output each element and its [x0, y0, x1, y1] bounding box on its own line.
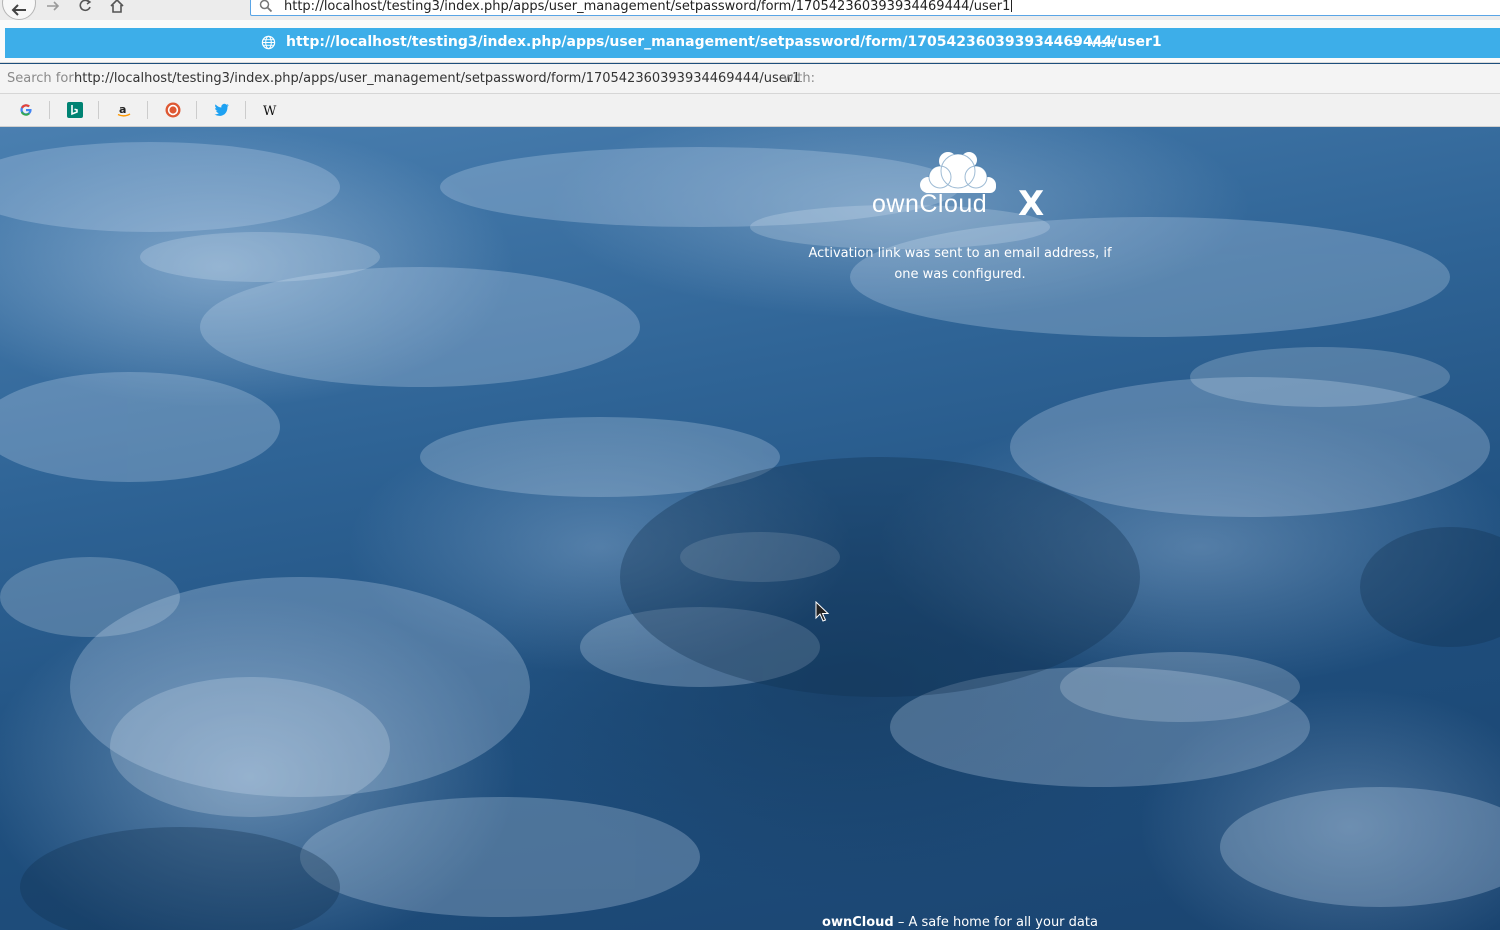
suggestion-action-label: Visit — [1089, 36, 1116, 50]
url-bar[interactable]: http://localhost/testing3/index.php/apps… — [250, 0, 1500, 16]
separator — [49, 101, 50, 119]
separator — [245, 101, 246, 119]
owncloud-logo: ownCloud X — [872, 152, 1044, 219]
google-icon[interactable] — [11, 100, 41, 120]
search-engines-bar: a W — [0, 94, 1500, 127]
page-footer: ownCloud – A safe home for all your data — [0, 915, 1500, 930]
arrow-right-icon — [47, 1, 60, 11]
home-button[interactable] — [104, 0, 130, 16]
reload-button[interactable] — [72, 0, 98, 16]
reload-icon — [79, 0, 92, 12]
suggestion-url: http://localhost/testing3/index.php/apps… — [286, 34, 1162, 50]
footer-tagline: – A safe home for all your data — [897, 915, 1098, 930]
home-icon — [110, 0, 124, 13]
search-with-label: with: — [783, 71, 815, 86]
search-icon — [259, 0, 273, 13]
duckduckgo-icon[interactable] — [158, 100, 188, 120]
back-button[interactable] — [2, 0, 36, 20]
suggestion-visit-row[interactable]: http://localhost/testing3/index.php/apps… — [5, 28, 1500, 58]
earth-clouds-background — [0, 142, 1500, 930]
forward-button[interactable] — [40, 0, 66, 16]
mouse-cursor-icon — [815, 601, 829, 622]
text-caret — [1011, 0, 1013, 12]
amazon-icon[interactable]: a — [109, 100, 139, 120]
activation-message: Activation link was sent to an email add… — [808, 246, 1112, 282]
logo-x-mark: X — [1018, 184, 1044, 219]
separator — [98, 101, 99, 119]
separator — [147, 101, 148, 119]
globe-icon — [261, 35, 276, 50]
owncloud-page: ownCloud X Activation link was sent to a… — [0, 127, 1500, 930]
bing-icon[interactable] — [60, 100, 90, 120]
search-query: http://localhost/testing3/index.php/apps… — [74, 71, 801, 86]
url-suggestion-panel: http://localhost/testing3/index.php/apps… — [0, 20, 1500, 63]
wikipedia-icon[interactable]: W — [256, 100, 286, 120]
suggestion-action: — Visit — [1070, 36, 1115, 50]
svg-text:W: W — [263, 104, 277, 117]
browser-toolbar: http://localhost/testing3/index.php/apps… — [0, 0, 1500, 20]
footer-brand[interactable]: ownCloud — [822, 915, 894, 930]
logo-wordmark: ownCloud — [872, 190, 987, 218]
separator — [196, 101, 197, 119]
suggestion-separator: — — [1070, 36, 1082, 50]
url-input-text[interactable]: http://localhost/testing3/index.php/apps… — [284, 0, 1013, 14]
arrow-left-icon — [11, 4, 26, 16]
svg-text:a: a — [119, 103, 126, 116]
twitter-icon[interactable] — [207, 100, 237, 120]
search-with-bar: Search for http://localhost/testing3/ind… — [0, 64, 1500, 94]
search-for-label: Search for — [7, 71, 74, 86]
